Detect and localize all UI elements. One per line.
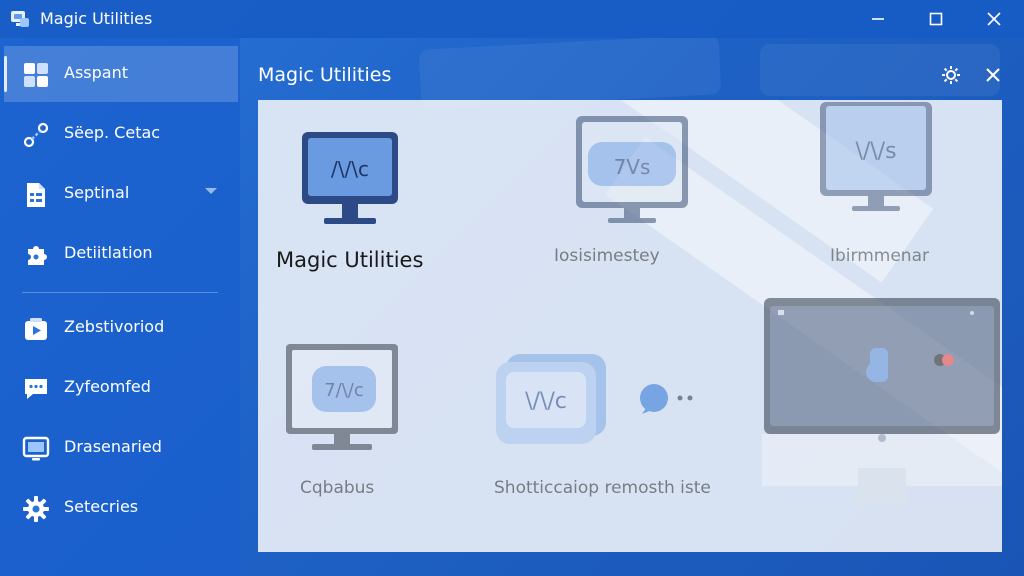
maximize-icon [929, 12, 943, 26]
tile-label: Iosisimestey [554, 246, 660, 266]
sidebar-item-detiitlation[interactable]: Detiitlation [4, 226, 238, 282]
tile-shotticcaiop[interactable]: \/\/c Shotticcaiop remosth iste [478, 330, 758, 552]
panel-header: Magic Utilities [240, 38, 1024, 100]
tile-label: Magic Utilities [276, 248, 424, 272]
chevron-down-icon[interactable] [204, 186, 218, 196]
play-icon [25, 318, 47, 340]
maximize-button[interactable] [908, 0, 964, 38]
monitor-icon [22, 436, 50, 461]
tile-magic-utilities[interactable]: /\/\c Magic Utilities [258, 100, 488, 310]
monitor-screen-text: /\/\c [331, 157, 369, 181]
monitor-screen-text: \/\/c [525, 389, 567, 414]
minimize-button[interactable] [850, 0, 906, 38]
sidebar-item-septinal[interactable]: Septinal [4, 166, 238, 222]
tile-desktop-computer[interactable] [762, 296, 1002, 552]
monitor-app-icon: 7/\/c [286, 344, 398, 450]
sidebar-item-label: Septinal [64, 183, 130, 202]
sidebar-item-label: Sëep. Cetac [64, 123, 161, 142]
monitor-app-icon: \/\/s [820, 102, 932, 211]
utilities-grid: /\/\c Magic Utilities 7Vs Iosisimestey \… [258, 100, 1002, 552]
tile-label: Ibirmmenar [830, 246, 929, 266]
sidebar-item-setecries[interactable]: Setecries [4, 480, 238, 536]
sidebar-divider [22, 292, 218, 293]
monitor-app-icon: \/\/c [496, 354, 606, 444]
tile-ibirmmenar[interactable]: \/\/s Ibirmmenar [778, 100, 1002, 310]
gear-icon [23, 496, 49, 522]
desktop-computer-icon [762, 298, 1002, 504]
settings-gear-icon[interactable] [940, 64, 962, 86]
link-icon [23, 122, 49, 148]
document-icon [27, 183, 45, 207]
sidebar-item-zebstivoriod[interactable]: Zebstivoriod [4, 300, 238, 356]
monitor-screen-text: 7Vs [614, 155, 651, 179]
app-window: Magic Utilities Asspant Sëep. Cetac Sept… [0, 0, 1024, 576]
panel-close-icon[interactable] [982, 64, 1004, 86]
tile-label: Shotticcaiop remosth iste [494, 478, 711, 498]
tile-iosisimestey[interactable]: 7Vs Iosisimestey [518, 100, 748, 310]
sidebar-item-label: Drasenaried [64, 437, 162, 456]
puzzle-icon [28, 246, 47, 265]
window-title: Magic Utilities [40, 9, 153, 28]
panel-title: Magic Utilities [258, 64, 392, 86]
close-button[interactable] [966, 0, 1022, 38]
chat-icon [25, 379, 47, 399]
tile-label: Cqbabus [300, 478, 375, 498]
sidebar-item-label: Setecries [64, 497, 139, 516]
sidebar-item-asspant[interactable]: Asspant [4, 46, 238, 102]
chat-bubble-icon [640, 384, 693, 414]
title-bar: Magic Utilities [0, 0, 1024, 38]
sidebar-item-label: Zyfeomfed [64, 377, 151, 396]
monitor-screen-text: \/\/s [855, 139, 896, 164]
sidebar-item-seep-cetac[interactable]: Sëep. Cetac [4, 106, 238, 162]
close-icon [987, 12, 1001, 26]
monitor-screen-text: 7/\/c [324, 380, 364, 401]
sidebar-item-zyfeomfed[interactable]: Zyfeomfed [4, 360, 238, 416]
active-indicator [4, 56, 7, 92]
tile-cqbabus[interactable]: 7/\/c Cqbabus [258, 330, 488, 552]
minimize-icon [872, 18, 884, 20]
sidebar: Asspant Sëep. Cetac Septinal Detiitlatio… [0, 38, 240, 576]
monitor-app-icon: 7Vs [576, 116, 688, 223]
monitor-app-icon: /\/\c [302, 132, 398, 224]
sidebar-item-label: Detiitlation [64, 243, 153, 262]
sidebar-item-label: Zebstivoriod [64, 317, 165, 336]
grid-icon [24, 63, 48, 87]
app-logo-icon [11, 11, 29, 27]
sidebar-item-drasenaried[interactable]: Drasenaried [4, 420, 238, 476]
sidebar-item-label: Asspant [64, 63, 128, 82]
